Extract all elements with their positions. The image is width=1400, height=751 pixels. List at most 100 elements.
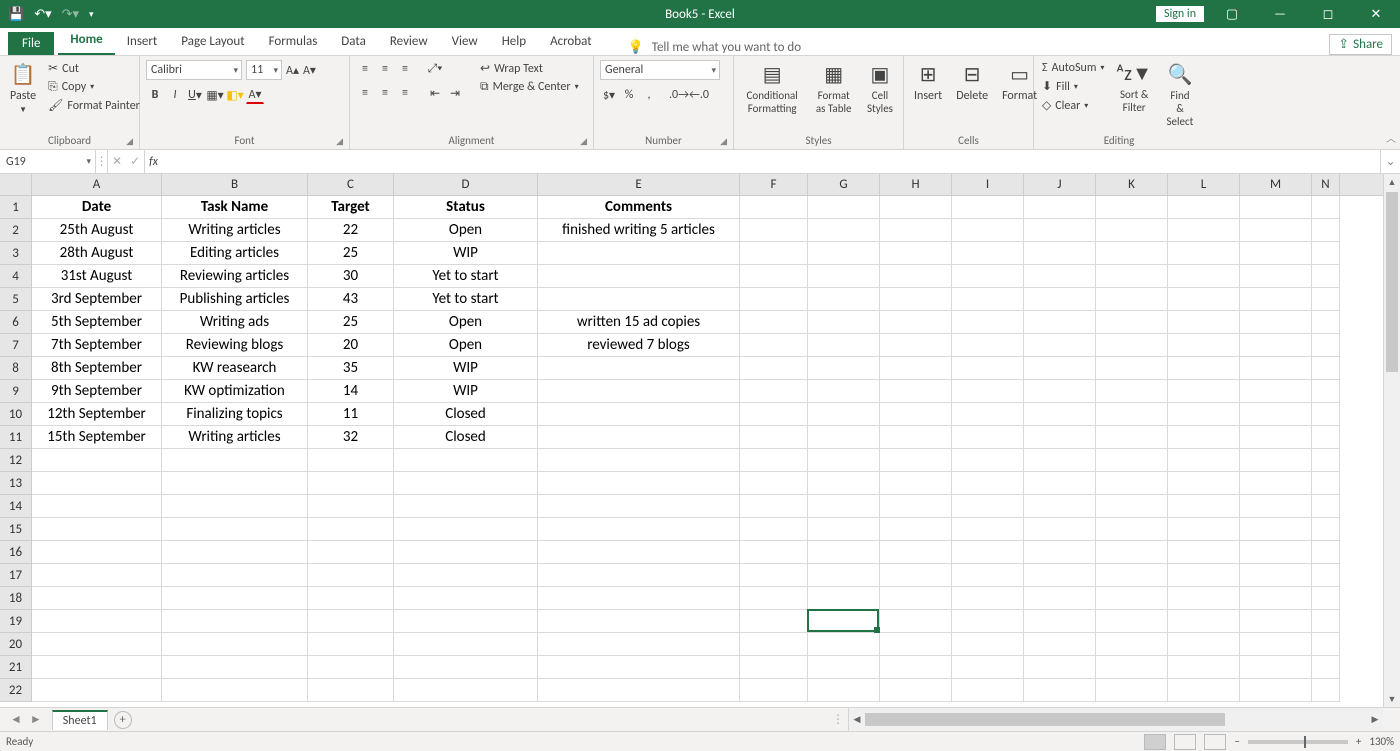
cell[interactable] [808,495,880,518]
add-sheet-button[interactable]: + [114,711,132,729]
format-as-table-button[interactable]: ▦Format as Table [810,60,857,117]
cell[interactable] [952,426,1024,449]
tab-split-icon[interactable]: ⋮ [832,712,844,727]
tab-formulas[interactable]: Formulas [257,30,330,55]
cell[interactable] [1240,518,1312,541]
cell[interactable] [538,449,740,472]
italic-button[interactable]: I [166,86,184,104]
cell[interactable] [880,265,952,288]
cell[interactable] [538,587,740,610]
cell[interactable] [538,403,740,426]
cell[interactable] [952,541,1024,564]
find-select-button[interactable]: 🔍Find & Select [1162,60,1198,130]
cell[interactable] [1312,587,1340,610]
tab-insert[interactable]: Insert [115,30,170,55]
cell[interactable] [394,587,538,610]
cell[interactable] [162,449,308,472]
cell[interactable] [740,357,808,380]
cell[interactable] [952,679,1024,702]
cell[interactable] [1024,541,1096,564]
cell[interactable] [538,610,740,633]
cell[interactable]: KW reasearch [162,357,308,380]
cell[interactable] [952,610,1024,633]
cell[interactable] [1312,472,1340,495]
row-header[interactable]: 15 [0,518,32,541]
copy-button[interactable]: ⎘Copy▾ [46,79,142,95]
column-header[interactable]: N [1312,174,1340,195]
cell[interactable] [1096,495,1168,518]
zoom-level[interactable]: 130% [1369,735,1394,748]
cell[interactable] [1024,610,1096,633]
tab-page-layout[interactable]: Page Layout [169,30,256,55]
cell[interactable] [394,610,538,633]
tab-file[interactable]: File [8,32,54,55]
delete-cells-button[interactable]: ⊟Delete [952,60,992,105]
cell[interactable] [808,219,880,242]
cell[interactable]: Publishing articles [162,288,308,311]
cell[interactable] [162,518,308,541]
cell[interactable] [740,679,808,702]
cell[interactable] [952,633,1024,656]
cell[interactable] [1168,633,1240,656]
cell[interactable] [740,518,808,541]
cell[interactable]: Writing ads [162,311,308,334]
cell[interactable] [32,495,162,518]
cell[interactable] [740,334,808,357]
cell[interactable] [1024,196,1096,219]
cell[interactable] [308,495,394,518]
cell[interactable] [1024,587,1096,610]
row-header[interactable]: 16 [0,541,32,564]
cell[interactable] [1024,679,1096,702]
cell[interactable] [808,196,880,219]
scroll-down-icon[interactable]: ▼ [1384,691,1400,707]
cell[interactable] [308,541,394,564]
cell[interactable]: WIP [394,380,538,403]
cell[interactable] [162,633,308,656]
cell[interactable] [1168,656,1240,679]
cell[interactable] [880,288,952,311]
cell[interactable] [394,541,538,564]
cell[interactable] [538,495,740,518]
cell[interactable] [952,357,1024,380]
cell[interactable]: 25 [308,242,394,265]
cell[interactable] [880,334,952,357]
row-header[interactable]: 5 [0,288,32,311]
cell[interactable] [740,587,808,610]
row-header[interactable]: 3 [0,242,32,265]
row-header[interactable]: 19 [0,610,32,633]
cell[interactable] [808,380,880,403]
cell[interactable] [1096,633,1168,656]
cell[interactable] [952,656,1024,679]
align-middle-icon[interactable]: ≡ [376,60,394,78]
tab-help[interactable]: Help [490,30,538,55]
cell[interactable]: Open [394,219,538,242]
merge-center-button[interactable]: ⧉Merge & Center▾ [478,79,581,95]
cell[interactable] [1240,610,1312,633]
cell[interactable] [808,288,880,311]
cell[interactable]: 31st August [32,265,162,288]
cell[interactable] [394,472,538,495]
accounting-format-icon[interactable]: $▾ [600,86,618,104]
cell[interactable] [880,219,952,242]
cell[interactable]: 32 [308,426,394,449]
font-name-select[interactable]: Calibri [146,60,242,80]
increase-indent-icon[interactable]: ⇥ [446,84,464,102]
cell[interactable]: Task Name [162,196,308,219]
row-header[interactable]: 10 [0,403,32,426]
cell[interactable] [1024,219,1096,242]
cell[interactable] [1168,288,1240,311]
cell[interactable] [740,541,808,564]
cell[interactable] [162,541,308,564]
cell[interactable] [394,495,538,518]
cell[interactable] [1096,288,1168,311]
cell[interactable] [538,633,740,656]
cell[interactable] [538,265,740,288]
cell[interactable]: Status [394,196,538,219]
cell[interactable] [952,311,1024,334]
cell[interactable] [1024,495,1096,518]
cell[interactable]: 11 [308,403,394,426]
tab-review[interactable]: Review [378,30,440,55]
cell[interactable]: 12th September [32,403,162,426]
cell[interactable] [1096,311,1168,334]
cell[interactable] [1024,403,1096,426]
